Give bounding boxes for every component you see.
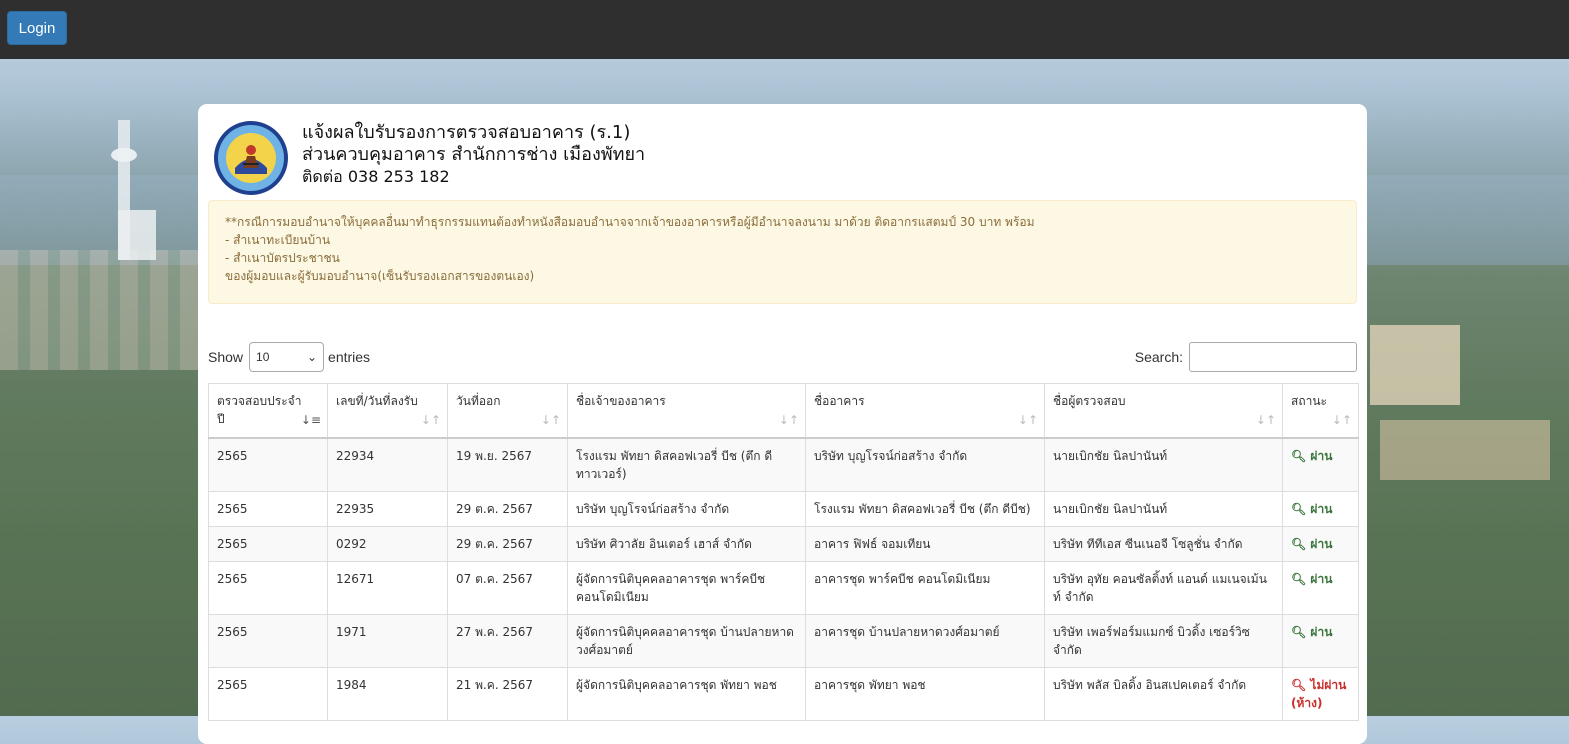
cell-status: 🔍︎ ไม่ผ่าน (ห้าง) [1282, 666, 1359, 721]
status-link[interactable]: 🔍︎ ผ่าน [1291, 449, 1332, 463]
cell-year: 2565 [208, 490, 328, 527]
cell-owner: บริษัท ศิวาลัย อินเตอร์ เฮาส์ จำกัด [567, 525, 806, 562]
show-label: Show [208, 349, 244, 365]
search-input[interactable] [1189, 342, 1357, 372]
search-icon: 🔍︎ [1291, 677, 1311, 692]
cell-building: โรงแรม พัทยา ดิสคอฟเวอรี่ บีช (ตึก ดีบีช… [805, 490, 1045, 527]
notice-line: - สำเนาทะเบียนบ้าน [225, 233, 331, 247]
cell-number: 22934 [327, 437, 448, 492]
table-row: 2565 12671 07 ต.ค. 2567 ผู้จัดการนิติบุค… [208, 560, 1359, 615]
cell-building: บริษัท บุญโรจน์ก่อสร้าง จำกัด [805, 437, 1045, 492]
notice-line: **กรณีการมอบอำนาจให้บุคคลอื่นมาทำธุรกรรม… [225, 215, 1035, 229]
cell-building: อาคารชุด พาร์คบีช คอนโดมิเนียม [805, 560, 1045, 615]
status-link[interactable]: 🔍︎ ผ่าน [1291, 502, 1332, 516]
cell-owner: โรงแรม พัทยา ดิสคอฟเวอรี่ บีช (ตึก ดีทาว… [567, 437, 806, 492]
top-navbar: Login [0, 0, 1569, 59]
chevron-down-icon: ⌄ [306, 350, 318, 364]
cell-status: 🔍︎ ผ่าน [1282, 490, 1359, 527]
cell-issue-date: 19 พ.ย. 2567 [447, 437, 568, 492]
status-link[interactable]: 🔍︎ ผ่าน [1291, 572, 1332, 586]
main-card: แจ้งผลใบรับรองการตรวจสอบอาคาร (ร.1) ส่วน… [198, 104, 1367, 744]
cell-inspector: บริษัท พลัส บิลดิ้ง อินสเปคเตอร์ จำกัด [1044, 666, 1283, 721]
cell-issue-date: 21 พ.ค. 2567 [447, 666, 568, 721]
status-link[interactable]: 🔍︎ ไม่ผ่าน (ห้าง) [1291, 678, 1346, 710]
cell-building: อาคาร ฟิฟธ์ จอมเทียน [805, 525, 1045, 562]
column-header-year[interactable]: ตรวจสอบประจำปี ↓≡ [208, 383, 328, 439]
sort-asc-icon: ↓≡ [300, 412, 321, 427]
sort-icon: ↓↑ [1017, 412, 1038, 427]
cell-year: 2565 [208, 437, 328, 492]
cell-issue-date: 27 พ.ค. 2567 [447, 613, 568, 668]
cell-owner: ผู้จัดการนิติบุคคลอาคารชุด พาร์คบีช คอนโ… [567, 560, 806, 615]
cell-year: 2565 [208, 525, 328, 562]
table-row: 2565 1984 21 พ.ค. 2567 ผู้จัดการนิติบุคค… [208, 666, 1359, 721]
search-icon: 🔍︎ [1291, 624, 1311, 639]
table-row: 2565 22935 29 ต.ค. 2567 บริษัท บุญโรจน์ก… [208, 490, 1359, 527]
cell-inspector: บริษัท อุทัย คอนซัลติ้งท์ แอนด์ แมเนจเม้… [1044, 560, 1283, 615]
table-row: 2565 1971 27 พ.ค. 2567 ผู้จัดการนิติบุคค… [208, 613, 1359, 668]
cell-inspector: บริษัท ทีทีเอส ซีนเนอจี โซลูชั่น จำกัด [1044, 525, 1283, 562]
table-row: 2565 22934 19 พ.ย. 2567 โรงแรม พัทยา ดิส… [208, 437, 1359, 492]
page-header: แจ้งผลใบรับรองการตรวจสอบอาคาร (ร.1) ส่วน… [213, 120, 645, 196]
cell-status: 🔍︎ ผ่าน [1282, 560, 1359, 615]
cell-status: 🔍︎ ผ่าน [1282, 613, 1359, 668]
cell-status: 🔍︎ ผ่าน [1282, 525, 1359, 562]
contact-info: ติดต่อ 038 253 182 [302, 167, 450, 186]
cell-inspector: นายเบิกชัย นิลปานันท์ [1044, 490, 1283, 527]
notice-alert: **กรณีการมอบอำนาจให้บุคคลอื่นมาทำธุรกรรม… [208, 200, 1357, 304]
cell-number: 22935 [327, 490, 448, 527]
cell-issue-date: 29 ต.ค. 2567 [447, 490, 568, 527]
column-header-status[interactable]: สถานะ ↓↑ [1282, 383, 1359, 439]
sort-icon: ↓↑ [420, 412, 441, 427]
search-label: Search: [1134, 349, 1183, 365]
sort-icon: ↓↑ [1255, 412, 1276, 427]
cell-inspector: นายเบิกชัย นิลปานันท์ [1044, 437, 1283, 492]
cell-number: 1971 [327, 613, 448, 668]
cell-year: 2565 [208, 613, 328, 668]
status-link[interactable]: 🔍︎ ผ่าน [1291, 537, 1332, 551]
search-control: Search: [1135, 342, 1357, 372]
cell-building: อาคารชุด บ้านปลายหาดวงศ์อมาตย์ [805, 613, 1045, 668]
status-link[interactable]: 🔍︎ ผ่าน [1291, 625, 1332, 639]
column-header-building[interactable]: ชื่ออาคาร ↓↑ [805, 383, 1045, 439]
cell-year: 2565 [208, 666, 328, 721]
sort-icon: ↓↑ [778, 412, 799, 427]
table-controls: Show 10 ⌄ entries Search: [208, 342, 1357, 372]
column-header-number[interactable]: เลขที่/วันที่ลงรับ ↓↑ [327, 383, 448, 439]
search-icon: 🔍︎ [1291, 448, 1311, 463]
page-subtitle: ส่วนควบคุมอาคาร สำนักการช่าง เมืองพัทยา [302, 144, 646, 165]
search-icon: 🔍︎ [1291, 501, 1311, 516]
search-icon: 🔍︎ [1291, 571, 1311, 586]
sort-icon: ↓↑ [1331, 412, 1352, 427]
page-length-control: Show 10 ⌄ entries [208, 342, 370, 372]
notice-line: ของผู้มอบและผู้รับมอบอำนาจ(เซ็นรับรองเอก… [225, 269, 535, 283]
entries-label: entries [328, 349, 371, 365]
cell-year: 2565 [208, 560, 328, 615]
table-row: 2565 0292 29 ต.ค. 2567 บริษัท ศิวาลัย อิ… [208, 525, 1359, 562]
page-length-value: 10 [256, 350, 270, 364]
cell-status: 🔍︎ ผ่าน [1282, 437, 1359, 492]
cell-number: 12671 [327, 560, 448, 615]
page-length-select[interactable]: 10 ⌄ [249, 342, 325, 372]
search-icon: 🔍︎ [1291, 536, 1311, 551]
cell-number: 0292 [327, 525, 448, 562]
cell-building: อาคารชุด พัทยา พอช [805, 666, 1045, 721]
notice-line: - สำเนาบัตรประชาชน [225, 251, 340, 265]
cell-issue-date: 29 ต.ค. 2567 [447, 525, 568, 562]
table-header-row: ตรวจสอบประจำปี ↓≡ เลขที่/วันที่ลงรับ ↓↑ วั… [208, 383, 1359, 439]
cell-issue-date: 07 ต.ค. 2567 [447, 560, 568, 615]
column-header-owner[interactable]: ชื่อเจ้าของอาคาร ↓↑ [567, 383, 806, 439]
sort-icon: ↓↑ [540, 412, 561, 427]
column-header-issue-date[interactable]: วันที่ออก ↓↑ [447, 383, 568, 439]
cell-owner: ผู้จัดการนิติบุคคลอาคารชุด พัทยา พอช [567, 666, 806, 721]
results-table: ตรวจสอบประจำปี ↓≡ เลขที่/วันที่ลงรับ ↓↑ วั… [208, 383, 1359, 721]
page-title: แจ้งผลใบรับรองการตรวจสอบอาคาร (ร.1) [302, 122, 631, 143]
login-button[interactable]: Login [7, 11, 67, 45]
column-header-inspector[interactable]: ชื่อผู้ตรวจสอบ ↓↑ [1044, 383, 1283, 439]
cell-number: 1984 [327, 666, 448, 721]
cell-inspector: บริษัท เพอร์ฟอร์มแมกซ์ บิวดิ้ง เซอร์วิซ … [1044, 613, 1283, 668]
cell-owner: บริษัท บุญโรจน์ก่อสร้าง จำกัด [567, 490, 806, 527]
city-seal-logo [214, 121, 288, 195]
cell-owner: ผู้จัดการนิติบุคคลอาคารชุด บ้านปลายหาดวง… [567, 613, 806, 668]
